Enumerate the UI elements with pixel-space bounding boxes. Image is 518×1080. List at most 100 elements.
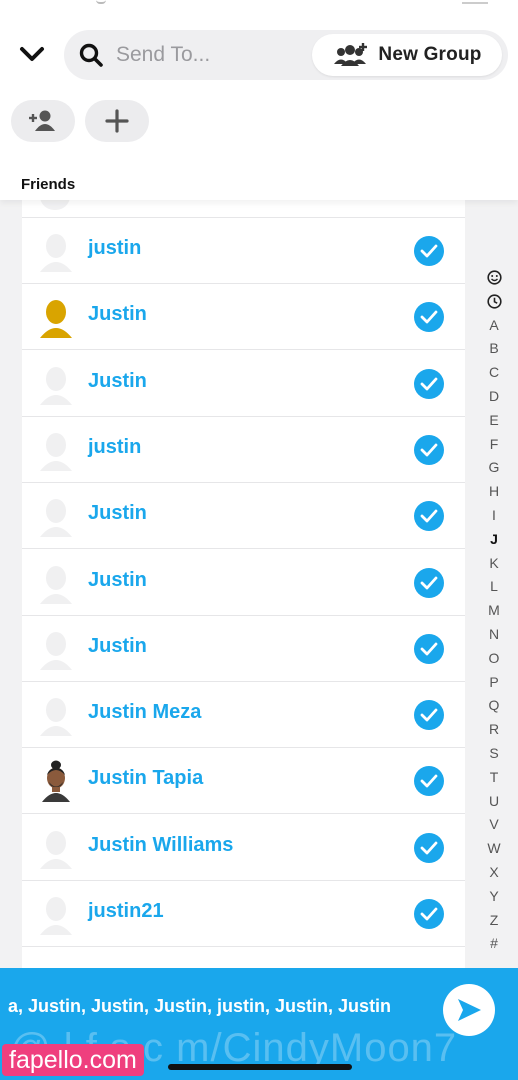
selected-checkbox[interactable] xyxy=(414,368,444,399)
index-emoji-item[interactable] xyxy=(480,266,508,290)
search-bar[interactable]: New Group xyxy=(64,30,508,80)
avatar xyxy=(38,827,74,869)
friend-row[interactable]: Justin Meza xyxy=(22,682,465,749)
selected-checkbox[interactable] xyxy=(414,633,444,664)
search-input[interactable] xyxy=(116,40,306,70)
friend-row[interactable]: Justin xyxy=(22,483,465,550)
friend-row[interactable]: Justin Williams xyxy=(22,815,465,881)
index-letter[interactable]: Q xyxy=(480,694,508,718)
index-letter[interactable]: H xyxy=(480,480,508,504)
chevron-down-icon xyxy=(20,47,44,61)
create-button[interactable] xyxy=(85,100,149,142)
avatar xyxy=(38,893,74,935)
index-letter[interactable]: D xyxy=(480,385,508,409)
index-letter[interactable]: B xyxy=(480,337,508,361)
selected-checkbox[interactable] xyxy=(414,236,444,266)
index-letter[interactable]: M xyxy=(480,599,508,623)
add-group-icon xyxy=(334,43,368,66)
selected-checkbox[interactable] xyxy=(414,434,444,465)
status-bar-glyph xyxy=(96,0,106,4)
checkmark-icon xyxy=(420,907,438,921)
index-letter[interactable]: S xyxy=(480,742,508,766)
index-letter[interactable]: V xyxy=(480,813,508,837)
friends-list: justin Justin Justin justin Justin Justin Just… xyxy=(22,200,465,970)
selected-checkbox[interactable] xyxy=(414,302,444,333)
send-button[interactable] xyxy=(443,984,495,1036)
index-letter[interactable]: A xyxy=(480,314,508,338)
add-friend-icon xyxy=(29,110,55,131)
new-group-button[interactable]: New Group xyxy=(312,34,502,76)
selected-checkbox[interactable] xyxy=(414,766,444,797)
friend-name: Justin Tapia xyxy=(88,767,204,790)
alphabet-index[interactable]: A B C D E F G H I J K L M N O P Q R S T U V W X Y Z # xyxy=(480,266,508,956)
index-letter[interactable]: C xyxy=(480,361,508,385)
index-letter[interactable]: G xyxy=(480,456,508,480)
index-letter[interactable]: U xyxy=(480,790,508,814)
index-letter[interactable]: J xyxy=(480,528,508,552)
friend-row[interactable]: justin xyxy=(22,218,465,284)
index-letter[interactable]: W xyxy=(480,837,508,861)
checkmark-icon xyxy=(420,509,438,523)
checkmark-icon xyxy=(420,841,438,855)
index-letter[interactable]: T xyxy=(480,766,508,790)
checkmark-icon xyxy=(420,642,438,656)
friend-row[interactable]: Justin Tapia xyxy=(22,748,465,815)
selected-checkbox[interactable] xyxy=(414,567,444,598)
checkmark-icon xyxy=(420,443,438,457)
index-letter[interactable]: O xyxy=(480,647,508,671)
index-letter[interactable]: K xyxy=(480,552,508,576)
checkmark-icon xyxy=(420,310,438,324)
header: New Group Friends xyxy=(0,0,518,200)
index-letter[interactable]: # xyxy=(480,932,508,956)
selected-checkbox[interactable] xyxy=(414,700,444,731)
index-letter[interactable]: R xyxy=(480,718,508,742)
avatar xyxy=(38,230,74,272)
clock-icon xyxy=(486,294,502,309)
index-letter[interactable]: X xyxy=(480,861,508,885)
watermark-logo: fapello.com xyxy=(2,1044,144,1076)
friend-row[interactable]: Justin xyxy=(22,351,465,417)
checkmark-icon xyxy=(420,774,438,788)
friend-row[interactable]: justin21 xyxy=(22,881,465,947)
avatar xyxy=(38,694,74,737)
list-item-partial[interactable] xyxy=(22,200,465,218)
send-bar: a, Justin, Justin, Justin, justin, Justi… xyxy=(0,968,518,1080)
back-button[interactable] xyxy=(14,36,50,72)
index-letter[interactable]: N xyxy=(480,623,508,647)
friend-name: Justin xyxy=(88,634,147,657)
index-letter[interactable]: Z xyxy=(480,909,508,933)
selected-checkbox[interactable] xyxy=(414,501,444,532)
home-indicator[interactable] xyxy=(168,1064,352,1070)
status-bar xyxy=(0,0,518,12)
index-letter[interactable]: Y xyxy=(480,885,508,909)
friend-name: justin21 xyxy=(88,900,164,922)
index-letter[interactable]: E xyxy=(480,409,508,433)
add-friend-button[interactable] xyxy=(11,100,75,142)
friend-name: Justin xyxy=(88,369,147,392)
index-recent-item[interactable] xyxy=(480,290,508,314)
friend-row[interactable]: justin xyxy=(22,417,465,483)
checkmark-icon xyxy=(420,244,438,258)
selected-checkbox[interactable] xyxy=(414,899,444,929)
index-letter[interactable]: L xyxy=(480,575,508,599)
friend-row[interactable]: Justin xyxy=(22,616,465,682)
status-bar-glyph xyxy=(462,0,488,4)
friend-row[interactable]: Justin xyxy=(22,284,465,351)
avatar xyxy=(38,628,74,670)
send-arrow-icon xyxy=(458,999,481,1021)
selected-recipients[interactable]: a, Justin, Justin, Justin, justin, Justi… xyxy=(8,996,433,1017)
new-group-label: New Group xyxy=(378,44,482,65)
checkmark-icon xyxy=(420,377,438,390)
smiley-icon xyxy=(486,270,502,285)
index-letter[interactable]: F xyxy=(480,433,508,457)
avatar xyxy=(38,429,74,471)
friend-row[interactable]: Justin xyxy=(22,550,465,616)
index-letter[interactable]: P xyxy=(480,671,508,695)
index-letter[interactable]: I xyxy=(480,504,508,528)
avatar xyxy=(38,562,74,604)
checkmark-icon xyxy=(420,576,438,589)
selected-checkbox[interactable] xyxy=(414,832,444,863)
friend-name: justin xyxy=(88,237,142,259)
bitmoji-avatar xyxy=(38,760,74,803)
friend-name: justin xyxy=(88,435,142,458)
